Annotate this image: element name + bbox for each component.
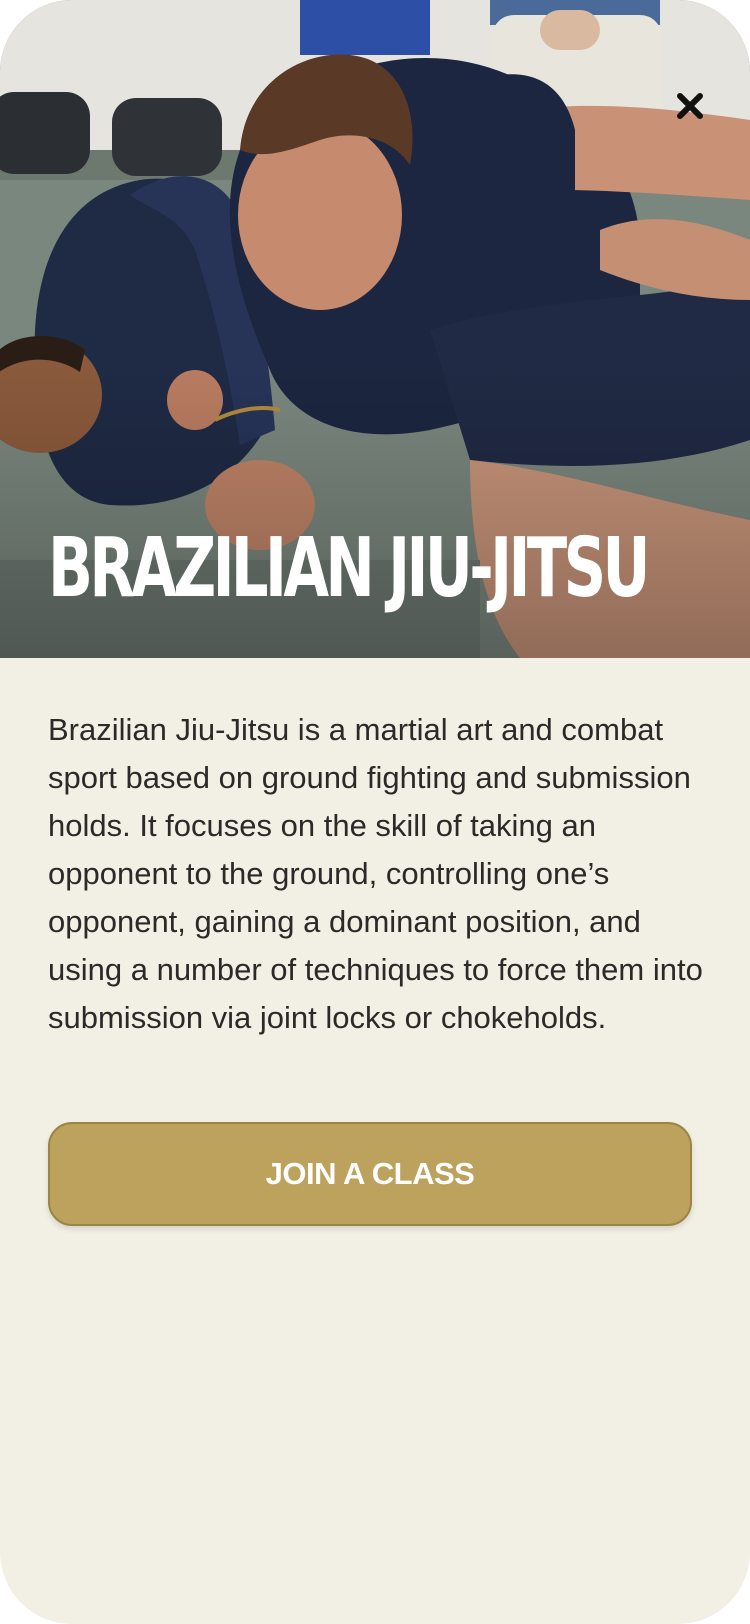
description-text: Brazilian Jiu-Jitsu is a martial art and… (48, 712, 703, 1035)
modal-sheet: BRAZILIAN JIU-JITSU Brazilian Jiu-Jitsu … (0, 0, 750, 1624)
close-button[interactable] (676, 92, 720, 136)
content-section: Brazilian Jiu-Jitsu is a martial art and… (48, 706, 708, 1042)
join-class-button[interactable]: JOIN A CLASS (48, 1122, 692, 1226)
close-icon (677, 93, 703, 119)
page-title: BRAZILIAN JIU-JITSU (48, 521, 650, 616)
join-class-label: JOIN A CLASS (265, 1156, 475, 1191)
hero-image: BRAZILIAN JIU-JITSU (0, 0, 750, 658)
